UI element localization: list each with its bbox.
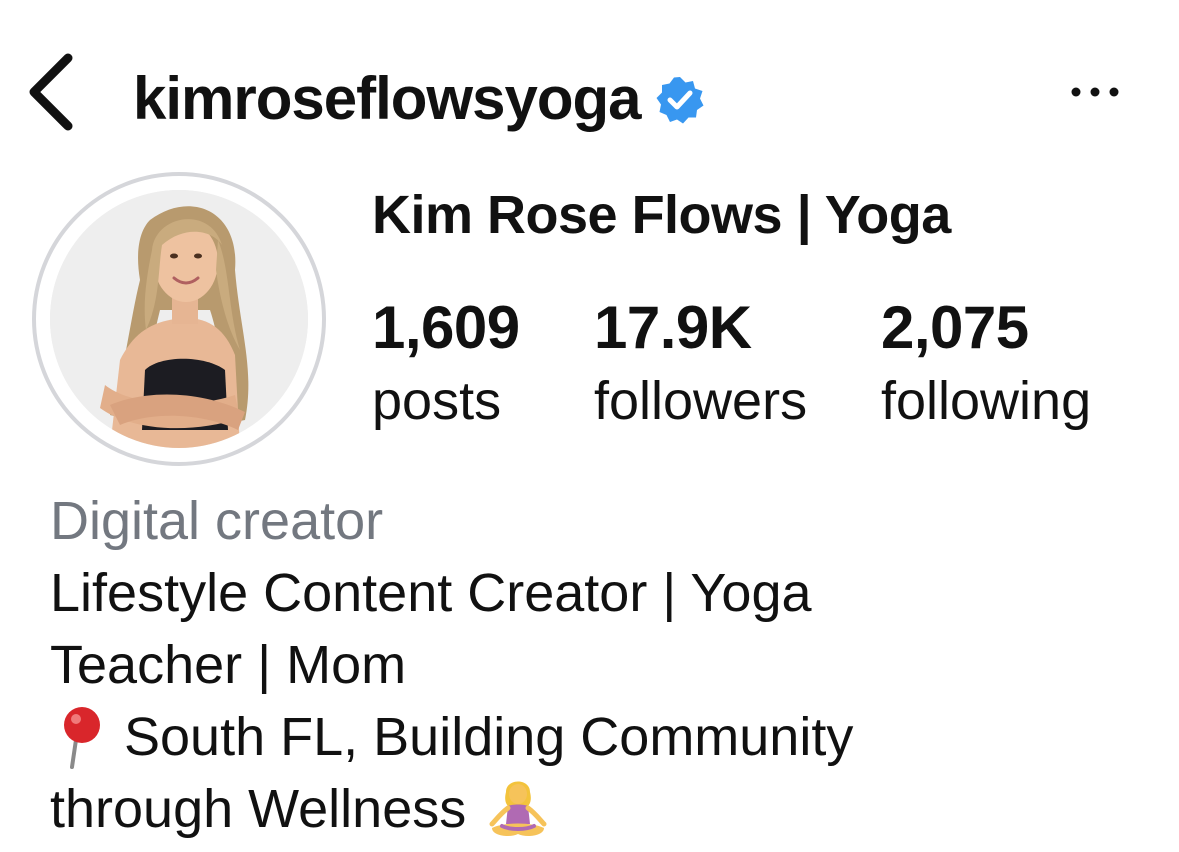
posts-count: 1,609 [372, 294, 520, 361]
round-pushpin-icon [64, 707, 100, 769]
following-label: following [881, 371, 1092, 431]
following-stat[interactable]: 2,075 following [881, 292, 1091, 434]
ellipsis-icon [1071, 87, 1119, 97]
chevron-left-icon [29, 53, 73, 131]
bio-line-1: Lifestyle Content Creator | Yoga [50, 563, 812, 623]
avatar-story-ring[interactable] [32, 172, 326, 466]
following-count: 2,075 [881, 294, 1029, 361]
header-title: kimroseflowsyoga [133, 58, 705, 138]
more-options-button[interactable] [1064, 72, 1126, 112]
followers-count: 17.9K [594, 294, 752, 361]
display-name: Kim Rose Flows | Yoga [372, 185, 951, 245]
followers-stat[interactable]: 17.9K followers [594, 292, 807, 434]
bio-line-3: South FL, Building Community [50, 704, 853, 770]
followers-label: followers [594, 371, 808, 431]
posts-stat[interactable]: 1,609 posts [372, 292, 520, 434]
username: kimroseflowsyoga [133, 64, 642, 132]
profile-category: Digital creator [50, 491, 384, 551]
avatar [50, 190, 308, 448]
bio-line-4: through Wellness [50, 776, 550, 842]
bio-line-3-text: South FL, Building Community [124, 707, 854, 767]
profile-photo [50, 190, 308, 448]
person-in-lotus-position-icon [489, 781, 547, 836]
bio-line-4-text: through Wellness [50, 779, 467, 839]
back-button[interactable] [22, 50, 82, 134]
posts-label: posts [372, 371, 502, 431]
bio-line-2: Teacher | Mom [50, 635, 407, 695]
verified-badge-icon [656, 77, 704, 124]
